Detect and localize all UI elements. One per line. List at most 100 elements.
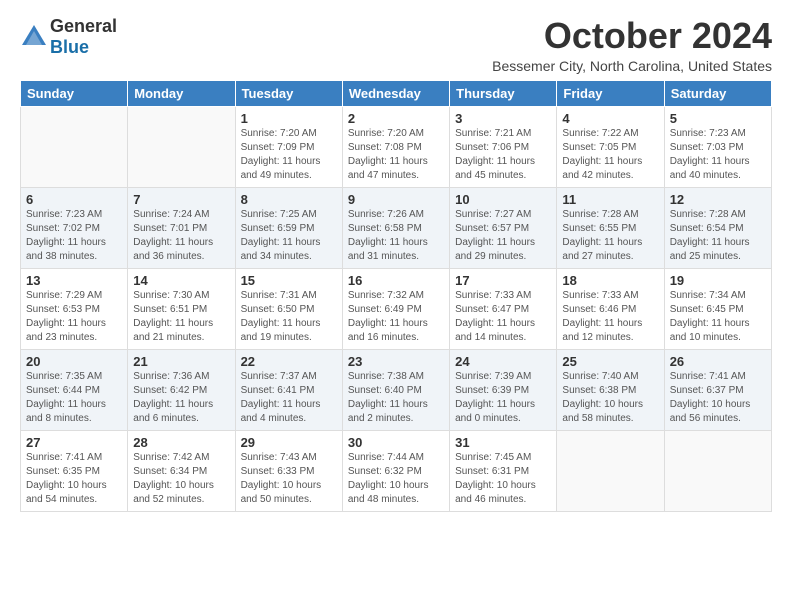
day-info: Sunrise: 7:37 AM Sunset: 6:41 PM Dayligh… xyxy=(241,370,337,426)
day-info: Sunrise: 7:44 AM Sunset: 6:32 PM Dayligh… xyxy=(348,451,444,507)
logo-blue-text: Blue xyxy=(50,37,89,57)
cal-cell-5: 5Sunrise: 7:23 AM Sunset: 7:03 PM Daylig… xyxy=(664,106,771,187)
cal-cell-30: 30Sunrise: 7:44 AM Sunset: 6:32 PM Dayli… xyxy=(342,430,449,511)
cal-cell-3: 3Sunrise: 7:21 AM Sunset: 7:06 PM Daylig… xyxy=(450,106,557,187)
cal-cell-18: 18Sunrise: 7:33 AM Sunset: 6:46 PM Dayli… xyxy=(557,268,664,349)
cal-cell-10: 10Sunrise: 7:27 AM Sunset: 6:57 PM Dayli… xyxy=(450,187,557,268)
cal-cell-empty-4-5 xyxy=(557,430,664,511)
day-number: 20 xyxy=(26,354,122,369)
location-subtitle: Bessemer City, North Carolina, United St… xyxy=(492,58,772,74)
cal-cell-16: 16Sunrise: 7:32 AM Sunset: 6:49 PM Dayli… xyxy=(342,268,449,349)
day-info: Sunrise: 7:36 AM Sunset: 6:42 PM Dayligh… xyxy=(133,370,229,426)
cal-cell-14: 14Sunrise: 7:30 AM Sunset: 6:51 PM Dayli… xyxy=(128,268,235,349)
cal-cell-22: 22Sunrise: 7:37 AM Sunset: 6:41 PM Dayli… xyxy=(235,349,342,430)
day-number: 8 xyxy=(241,192,337,207)
day-number: 18 xyxy=(562,273,658,288)
cal-cell-23: 23Sunrise: 7:38 AM Sunset: 6:40 PM Dayli… xyxy=(342,349,449,430)
day-number: 14 xyxy=(133,273,229,288)
cal-cell-2: 2Sunrise: 7:20 AM Sunset: 7:08 PM Daylig… xyxy=(342,106,449,187)
day-info: Sunrise: 7:27 AM Sunset: 6:57 PM Dayligh… xyxy=(455,208,551,264)
cal-cell-7: 7Sunrise: 7:24 AM Sunset: 7:01 PM Daylig… xyxy=(128,187,235,268)
week-row-3: 13Sunrise: 7:29 AM Sunset: 6:53 PM Dayli… xyxy=(21,268,772,349)
cal-cell-19: 19Sunrise: 7:34 AM Sunset: 6:45 PM Dayli… xyxy=(664,268,771,349)
day-number: 6 xyxy=(26,192,122,207)
cal-cell-empty-0-0 xyxy=(21,106,128,187)
day-number: 28 xyxy=(133,435,229,450)
day-number: 11 xyxy=(562,192,658,207)
day-info: Sunrise: 7:28 AM Sunset: 6:55 PM Dayligh… xyxy=(562,208,658,264)
day-info: Sunrise: 7:26 AM Sunset: 6:58 PM Dayligh… xyxy=(348,208,444,264)
day-info: Sunrise: 7:24 AM Sunset: 7:01 PM Dayligh… xyxy=(133,208,229,264)
cal-cell-9: 9Sunrise: 7:26 AM Sunset: 6:58 PM Daylig… xyxy=(342,187,449,268)
cal-cell-4: 4Sunrise: 7:22 AM Sunset: 7:05 PM Daylig… xyxy=(557,106,664,187)
header: General Blue October 2024 Bessemer City,… xyxy=(20,16,772,74)
day-info: Sunrise: 7:38 AM Sunset: 6:40 PM Dayligh… xyxy=(348,370,444,426)
day-info: Sunrise: 7:22 AM Sunset: 7:05 PM Dayligh… xyxy=(562,127,658,183)
day-info: Sunrise: 7:45 AM Sunset: 6:31 PM Dayligh… xyxy=(455,451,551,507)
day-info: Sunrise: 7:40 AM Sunset: 6:38 PM Dayligh… xyxy=(562,370,658,426)
cal-cell-1: 1Sunrise: 7:20 AM Sunset: 7:09 PM Daylig… xyxy=(235,106,342,187)
day-number: 26 xyxy=(670,354,766,369)
day-number: 13 xyxy=(26,273,122,288)
day-number: 15 xyxy=(241,273,337,288)
day-info: Sunrise: 7:21 AM Sunset: 7:06 PM Dayligh… xyxy=(455,127,551,183)
cal-cell-6: 6Sunrise: 7:23 AM Sunset: 7:02 PM Daylig… xyxy=(21,187,128,268)
week-row-2: 6Sunrise: 7:23 AM Sunset: 7:02 PM Daylig… xyxy=(21,187,772,268)
day-info: Sunrise: 7:23 AM Sunset: 7:03 PM Dayligh… xyxy=(670,127,766,183)
day-number: 31 xyxy=(455,435,551,450)
cal-cell-31: 31Sunrise: 7:45 AM Sunset: 6:31 PM Dayli… xyxy=(450,430,557,511)
day-number: 17 xyxy=(455,273,551,288)
cal-cell-26: 26Sunrise: 7:41 AM Sunset: 6:37 PM Dayli… xyxy=(664,349,771,430)
day-number: 21 xyxy=(133,354,229,369)
day-number: 25 xyxy=(562,354,658,369)
day-number: 7 xyxy=(133,192,229,207)
day-header-tuesday: Tuesday xyxy=(235,80,342,106)
day-number: 9 xyxy=(348,192,444,207)
cal-cell-29: 29Sunrise: 7:43 AM Sunset: 6:33 PM Dayli… xyxy=(235,430,342,511)
day-info: Sunrise: 7:34 AM Sunset: 6:45 PM Dayligh… xyxy=(670,289,766,345)
page: General Blue October 2024 Bessemer City,… xyxy=(0,0,792,522)
day-header-saturday: Saturday xyxy=(664,80,771,106)
day-number: 10 xyxy=(455,192,551,207)
cal-cell-17: 17Sunrise: 7:33 AM Sunset: 6:47 PM Dayli… xyxy=(450,268,557,349)
day-number: 2 xyxy=(348,111,444,126)
title-block: October 2024 Bessemer City, North Caroli… xyxy=(492,16,772,74)
day-number: 29 xyxy=(241,435,337,450)
cal-cell-25: 25Sunrise: 7:40 AM Sunset: 6:38 PM Dayli… xyxy=(557,349,664,430)
day-info: Sunrise: 7:20 AM Sunset: 7:09 PM Dayligh… xyxy=(241,127,337,183)
week-row-1: 1Sunrise: 7:20 AM Sunset: 7:09 PM Daylig… xyxy=(21,106,772,187)
header-row: SundayMondayTuesdayWednesdayThursdayFrid… xyxy=(21,80,772,106)
cal-cell-15: 15Sunrise: 7:31 AM Sunset: 6:50 PM Dayli… xyxy=(235,268,342,349)
day-info: Sunrise: 7:35 AM Sunset: 6:44 PM Dayligh… xyxy=(26,370,122,426)
day-number: 1 xyxy=(241,111,337,126)
cal-cell-8: 8Sunrise: 7:25 AM Sunset: 6:59 PM Daylig… xyxy=(235,187,342,268)
day-number: 27 xyxy=(26,435,122,450)
cal-cell-empty-0-1 xyxy=(128,106,235,187)
day-info: Sunrise: 7:41 AM Sunset: 6:35 PM Dayligh… xyxy=(26,451,122,507)
day-header-sunday: Sunday xyxy=(21,80,128,106)
day-header-thursday: Thursday xyxy=(450,80,557,106)
day-info: Sunrise: 7:31 AM Sunset: 6:50 PM Dayligh… xyxy=(241,289,337,345)
month-title: October 2024 xyxy=(492,16,772,56)
day-info: Sunrise: 7:43 AM Sunset: 6:33 PM Dayligh… xyxy=(241,451,337,507)
day-info: Sunrise: 7:28 AM Sunset: 6:54 PM Dayligh… xyxy=(670,208,766,264)
cal-cell-28: 28Sunrise: 7:42 AM Sunset: 6:34 PM Dayli… xyxy=(128,430,235,511)
cal-cell-20: 20Sunrise: 7:35 AM Sunset: 6:44 PM Dayli… xyxy=(21,349,128,430)
week-row-4: 20Sunrise: 7:35 AM Sunset: 6:44 PM Dayli… xyxy=(21,349,772,430)
day-info: Sunrise: 7:25 AM Sunset: 6:59 PM Dayligh… xyxy=(241,208,337,264)
cal-cell-empty-4-6 xyxy=(664,430,771,511)
day-info: Sunrise: 7:42 AM Sunset: 6:34 PM Dayligh… xyxy=(133,451,229,507)
day-info: Sunrise: 7:39 AM Sunset: 6:39 PM Dayligh… xyxy=(455,370,551,426)
day-header-monday: Monday xyxy=(128,80,235,106)
cal-cell-21: 21Sunrise: 7:36 AM Sunset: 6:42 PM Dayli… xyxy=(128,349,235,430)
day-number: 12 xyxy=(670,192,766,207)
day-info: Sunrise: 7:32 AM Sunset: 6:49 PM Dayligh… xyxy=(348,289,444,345)
day-number: 3 xyxy=(455,111,551,126)
day-number: 16 xyxy=(348,273,444,288)
day-number: 30 xyxy=(348,435,444,450)
day-number: 5 xyxy=(670,111,766,126)
week-row-5: 27Sunrise: 7:41 AM Sunset: 6:35 PM Dayli… xyxy=(21,430,772,511)
day-info: Sunrise: 7:23 AM Sunset: 7:02 PM Dayligh… xyxy=(26,208,122,264)
logo: General Blue xyxy=(20,16,117,58)
day-info: Sunrise: 7:33 AM Sunset: 6:46 PM Dayligh… xyxy=(562,289,658,345)
